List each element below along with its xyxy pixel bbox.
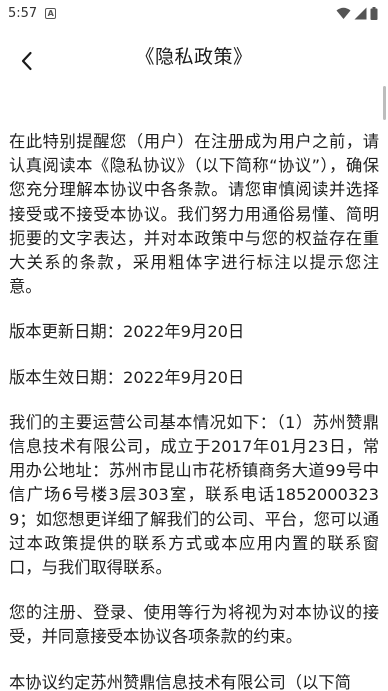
status-left: 5:57 A [8, 5, 57, 21]
signal-icon [354, 7, 367, 19]
status-bar: 5:57 A [0, 0, 388, 26]
policy-content: 在此特别提醒您（用户）在注册成为用户之前，请认真阅读本《隐私协议》（以下简称“协… [0, 130, 388, 691]
a-icon: A [45, 7, 57, 19]
wifi-icon [336, 7, 351, 19]
app-header: 《隐私政策》 [0, 26, 388, 90]
paragraph-company-info: 我们的主要运营公司基本情况如下：（1）苏州赞鼎信息技术有限公司，成立于2017年… [9, 412, 379, 578]
paragraph-effective-date: 版本生效日期：2022年9月20日 [9, 367, 245, 387]
paragraph-acceptance: 您的注册、登录、使用等行为将视为对本协议的接受，并同意接受本协议各项条款的约束。 [9, 603, 379, 647]
paragraph-intro: 在此特别提醒您（用户）在注册成为用户之前，请认真阅读本《隐私协议》（以下简称“协… [9, 132, 379, 297]
status-right [336, 6, 378, 20]
paragraph-update-date: 版本更新日期：2022年9月20日 [9, 322, 245, 342]
paragraph-agreement: 本协议约定苏州赞鼎信息技术有限公司（以下简 [9, 672, 351, 691]
battery-icon [370, 6, 378, 20]
scrollbar[interactable] [383, 86, 386, 120]
status-time: 5:57 [8, 5, 38, 21]
screen: 5:57 A 《隐私政策》 在此特别提醒您（用户）在注册成为用户之前，请认真阅读… [0, 0, 388, 691]
page-title: 《隐私政策》 [135, 46, 253, 68]
